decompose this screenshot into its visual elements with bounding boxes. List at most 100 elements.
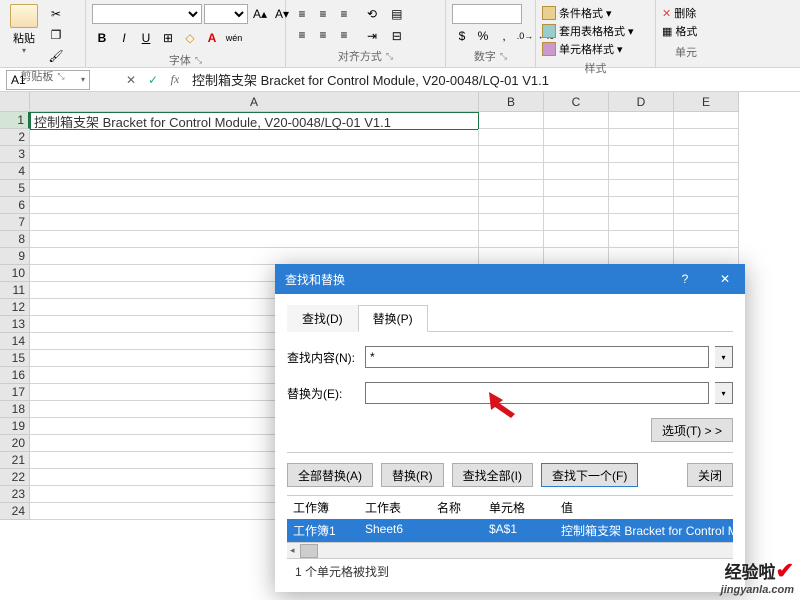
cell[interactable] [544, 163, 609, 180]
cell[interactable] [30, 163, 479, 180]
find-next-button[interactable]: 查找下一个(F) [541, 463, 638, 487]
italic-button[interactable]: I [114, 28, 134, 48]
format-painter-button[interactable]: 🖌 [46, 46, 66, 66]
replace-button[interactable]: 替换(R) [381, 463, 444, 487]
cell[interactable] [479, 197, 544, 214]
row-header[interactable]: 24 [0, 503, 30, 520]
row-header[interactable]: 22 [0, 469, 30, 486]
cell[interactable] [609, 197, 674, 214]
options-button[interactable]: 选项(T) > > [651, 418, 733, 442]
border-button[interactable]: ⊞ [158, 28, 178, 48]
cell[interactable] [30, 231, 479, 248]
currency-button[interactable]: $ [452, 26, 472, 46]
cell[interactable] [479, 129, 544, 146]
cell[interactable] [674, 129, 739, 146]
align-middle-button[interactable]: ≡ [313, 4, 333, 24]
row-header[interactable]: 8 [0, 231, 30, 248]
increase-decimal-button[interactable]: .0→ [515, 26, 535, 46]
col-workbook[interactable]: 工作簿 [287, 496, 359, 519]
row-header[interactable]: 2 [0, 129, 30, 146]
cell[interactable] [479, 146, 544, 163]
col-name[interactable]: 名称 [431, 496, 483, 519]
cell[interactable] [479, 163, 544, 180]
cell[interactable] [479, 112, 544, 129]
select-all-corner[interactable] [0, 92, 30, 112]
cell[interactable] [609, 231, 674, 248]
row-header[interactable]: 9 [0, 248, 30, 265]
row-header[interactable]: 12 [0, 299, 30, 316]
cell[interactable] [544, 112, 609, 129]
cell[interactable] [544, 180, 609, 197]
cell[interactable] [30, 146, 479, 163]
tab-find[interactable]: 查找(D) [287, 305, 358, 332]
find-input[interactable] [365, 346, 709, 368]
indent-button[interactable]: ⇥ [362, 26, 382, 46]
result-scrollbar[interactable]: ◂ [287, 542, 733, 558]
cell[interactable] [479, 231, 544, 248]
cell[interactable] [609, 163, 674, 180]
cell[interactable] [609, 248, 674, 265]
row-header[interactable]: 19 [0, 418, 30, 435]
cell-a1[interactable]: 控制箱支架 Bracket for Control Module, V20-00… [30, 112, 479, 130]
replace-input[interactable] [365, 382, 709, 404]
column-header[interactable]: B [479, 92, 544, 112]
cell[interactable] [674, 214, 739, 231]
replace-all-button[interactable]: 全部替换(A) [287, 463, 373, 487]
cell[interactable] [479, 180, 544, 197]
cell[interactable] [544, 146, 609, 163]
font-color-button[interactable]: A [202, 28, 222, 48]
cut-button[interactable]: ✂ [46, 4, 66, 24]
cell[interactable] [544, 231, 609, 248]
close-button[interactable]: ✕ [705, 264, 745, 294]
cell[interactable] [30, 214, 479, 231]
font-family-select[interactable] [92, 4, 202, 24]
cell[interactable] [544, 197, 609, 214]
cell[interactable] [674, 248, 739, 265]
paste-button[interactable]: 粘贴 ▾ [6, 4, 42, 55]
row-header[interactable]: 7 [0, 214, 30, 231]
column-header[interactable]: A [30, 92, 479, 112]
column-header[interactable]: C [544, 92, 609, 112]
cell[interactable] [674, 163, 739, 180]
row-header[interactable]: 10 [0, 265, 30, 282]
cell[interactable] [674, 180, 739, 197]
cell[interactable] [544, 129, 609, 146]
col-worksheet[interactable]: 工作表 [359, 496, 431, 519]
confirm-button[interactable]: ✓ [142, 69, 164, 91]
cell[interactable] [609, 146, 674, 163]
cell[interactable] [30, 180, 479, 197]
cell[interactable] [609, 129, 674, 146]
row-header[interactable]: 21 [0, 452, 30, 469]
row-header[interactable]: 18 [0, 401, 30, 418]
find-all-button[interactable]: 查找全部(I) [452, 463, 533, 487]
row-header[interactable]: 15 [0, 350, 30, 367]
number-format-select[interactable] [452, 4, 522, 24]
row-header[interactable]: 6 [0, 197, 30, 214]
row-header[interactable]: 4 [0, 163, 30, 180]
cell[interactable] [674, 112, 739, 129]
underline-button[interactable]: U [136, 28, 156, 48]
percent-button[interactable]: % [473, 26, 493, 46]
cell[interactable] [30, 248, 479, 265]
row-header[interactable]: 14 [0, 333, 30, 350]
dialog-launcher-icon[interactable]: ⤡ [386, 51, 393, 62]
formula-input[interactable]: 控制箱支架 Bracket for Control Module, V20-00… [186, 70, 800, 89]
scrollbar-thumb[interactable] [300, 544, 318, 558]
cell[interactable] [30, 197, 479, 214]
align-center-button[interactable]: ≡ [313, 25, 333, 45]
dialog-launcher-icon[interactable]: ⤡ [500, 51, 507, 62]
row-header[interactable]: 5 [0, 180, 30, 197]
row-header[interactable]: 17 [0, 384, 30, 401]
col-value[interactable]: 值 [555, 496, 733, 519]
row-header[interactable]: 11 [0, 282, 30, 299]
align-top-button[interactable]: ≡ [292, 4, 312, 24]
format-as-table-button[interactable]: 套用表格格式 ▾ [542, 22, 634, 40]
conditional-formatting-button[interactable]: 条件格式 ▾ [542, 4, 612, 22]
cell[interactable] [609, 112, 674, 129]
align-left-button[interactable]: ≡ [292, 25, 312, 45]
row-header[interactable]: 13 [0, 316, 30, 333]
help-button[interactable]: ? [673, 264, 697, 294]
delete-button[interactable]: ✕删除 [662, 4, 696, 22]
cell[interactable] [479, 214, 544, 231]
replace-dropdown-button[interactable]: ▾ [715, 382, 733, 404]
